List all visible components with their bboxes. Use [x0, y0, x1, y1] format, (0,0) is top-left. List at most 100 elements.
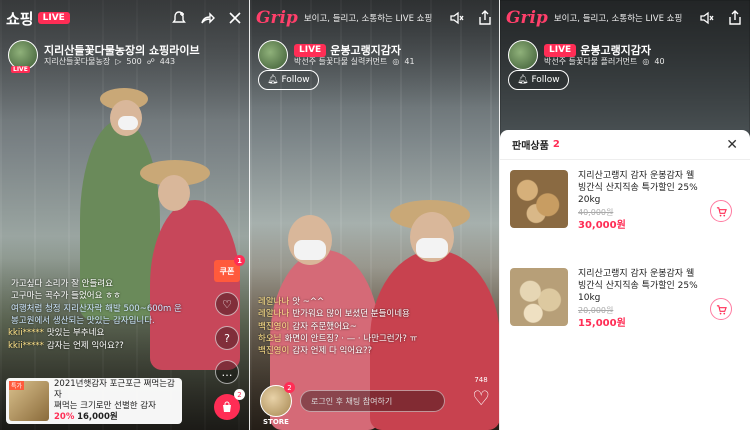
panel-naver-shopping-live: 쇼핑 LIVE LIVE 지리산들꽃다물농장의 쇼핑라이브 지리산들꽃다물농장 …	[0, 0, 250, 430]
heart-icon: ♡	[472, 386, 490, 410]
host-text: LIVE 운봉고랭지감자 박선주 들꽃다물 실력커먼트 ◎ 41	[294, 44, 415, 67]
chat-input[interactable]: 로그인 후 채팅 참여하기	[300, 390, 445, 412]
product-thumbnail: 특가	[9, 381, 49, 421]
store-button[interactable]: 2 STORE	[258, 382, 295, 426]
live-badge: LIVE	[37, 12, 70, 24]
grip-logo: Grip	[506, 8, 548, 28]
panel-grip-product-sheet: Grip 보이고, 들리고, 소통하는 LIVE 쇼핑 LIVE 운봉고랭지감자	[500, 0, 750, 430]
top-actions	[698, 9, 744, 27]
sale-price: 15,000원	[578, 318, 626, 330]
chat-bubble-icon[interactable]: …	[215, 360, 239, 384]
sheet-header: 판매상품 2 ✕	[500, 130, 750, 160]
close-icon[interactable]	[226, 9, 244, 27]
follow-label: Follow	[531, 75, 560, 85]
chat-message: 여행처럼 청정 지리산자락 해발 500~600m 운	[11, 303, 182, 314]
host-meta: 지리산들꽃다물농장 ▷ 500 ☍ 443	[44, 57, 200, 67]
add-to-cart-icon[interactable]	[710, 200, 732, 222]
original-price: 20,000원	[578, 306, 614, 316]
chat-list: 가고싶다 소리가 잘 안들려요 고구마는 곡수가 들었어요 ㅎㅎ 여행처럼 청정…	[8, 278, 204, 352]
avatar-live-badge: LIVE	[11, 66, 30, 73]
chat-message: kkii***** 감자는 언제 익어요??	[8, 340, 124, 351]
product-info: 지리산고랭지 감자 운봉감자 웰빙간식 산지직송 특가할인 25% 20kg 4…	[578, 170, 698, 240]
product-price: 16,000원	[77, 412, 118, 423]
panel-grip-live: Grip 보이고, 들리고, 소통하는 LIVE 쇼핑 LIVE 운봉고랭지감자	[250, 0, 500, 430]
host-avatar[interactable]	[258, 40, 288, 70]
bell-icon: 🔔︎	[267, 75, 279, 85]
product-info: 2021년햇감자 포근포근 쪄먹는감자 쪄먹는 크기로만 선별한 감자 20% …	[54, 379, 179, 423]
product-name-line1: 2021년햇감자 포근포근 쪄먹는감자	[54, 378, 175, 400]
host-name: 지리산들꽃다물농장	[44, 56, 111, 66]
face-mask	[118, 116, 138, 130]
product-list-sheet: 판매상품 2 ✕ 지리산고랭지 감자 운봉감자 웰빙간식 산지직송 특가할인 2…	[500, 130, 750, 430]
face-mask	[294, 240, 326, 260]
viewers-count: 40	[654, 56, 665, 66]
follow-button[interactable]: 🔔︎ Follow	[258, 70, 319, 90]
share-icon[interactable]	[726, 9, 744, 27]
store-thumbnail: 2	[260, 382, 295, 417]
top-bar: Grip 보이고, 들리고, 소통하는 LIVE 쇼핑	[506, 6, 744, 30]
broadcast-title: 운봉고랭지감자	[580, 43, 652, 57]
product-item[interactable]: 지리산고랭지 감자 운봉감자 웰빙간식 산지직송 특가할인 25% 20kg 4…	[500, 160, 750, 240]
product-info: 지리산고랭지 감자 운봉감자 웰빙간식 산지직송 특가할인 25% 10kg 2…	[578, 268, 698, 338]
product-thumbnail	[510, 170, 568, 228]
host-meta: 박선주 들꽃다물 플러거먼트 ◎ 40	[544, 57, 665, 67]
face-mask	[416, 238, 448, 258]
brand-logo: 쇼핑	[6, 9, 34, 28]
panel-divider	[249, 0, 250, 430]
like-button[interactable]: 748 ♡	[472, 376, 490, 410]
product-title: 지리산고랭지 감자 운봉감자 웰빙간식 산지직송 특가할인 25% 20kg	[578, 171, 698, 206]
chat-message: kkii***** 맛있는 부추네요	[8, 328, 105, 339]
chat-message: 레알나나 반가워요 많이 보셨던 분들이네용	[258, 309, 410, 320]
mute-speaker-icon[interactable]	[698, 9, 716, 27]
host-avatar[interactable]: LIVE	[8, 40, 38, 73]
grip-logo: Grip	[256, 8, 298, 28]
viewers-icon: ☍	[146, 56, 155, 66]
product-title: 지리산고랭지 감자 운봉감자 웰빙간식 산지직송 특가할인 25% 10kg	[578, 269, 698, 304]
chat-message: 가고싶다 소리가 잘 안들려요	[11, 279, 113, 289]
store-label: STORE	[263, 418, 289, 426]
sheet-count: 2	[552, 139, 560, 150]
live-badge: LIVE	[544, 43, 577, 57]
help-icon[interactable]: ?	[215, 326, 239, 350]
add-to-cart-icon[interactable]	[710, 298, 732, 320]
product-discount: 20%	[54, 412, 75, 423]
host-subtitle: 박선주 들꽃다물 실력커먼트	[294, 56, 388, 66]
like-count: 748	[474, 376, 488, 384]
product-thumbnail	[510, 268, 568, 326]
shopping-bag-icon[interactable]: 2	[214, 389, 245, 420]
chat-message: 레알나나 앗 ~^^	[258, 297, 325, 307]
chat-input-placeholder: 로그인 후 채팅 참여하기	[311, 396, 393, 406]
product-item[interactable]: 지리산고랭지 감자 운봉감자 웰빙간식 산지직송 특가할인 25% 10kg 2…	[500, 258, 750, 338]
share-icon[interactable]	[476, 9, 494, 27]
viewers-icon: ◎	[642, 56, 650, 66]
bell-icon: 🔔︎	[517, 75, 529, 85]
host-face	[158, 175, 190, 211]
coupon-label: 쿠폰	[219, 266, 235, 276]
host-avatar[interactable]	[508, 40, 538, 70]
host-subtitle: 박선주 들꽃다물 플러거먼트	[544, 56, 638, 66]
host-meta: 박선주 들꽃다물 실력커먼트 ◎ 41	[294, 57, 415, 67]
panel-divider	[499, 0, 500, 430]
add-alert-icon[interactable]	[170, 9, 188, 27]
original-price: 40,000원	[578, 208, 614, 218]
featured-product-card[interactable]: 특가 2021년햇감자 포근포근 쪄먹는감자 쪄먹는 크기로만 선별한 감자 2…	[6, 378, 182, 424]
top-bar: Grip 보이고, 들리고, 소통하는 LIVE 쇼핑	[256, 6, 494, 30]
chat-list: 레알나나 앗 ~^^ 레알나나 반가워요 많이 보셨던 분들이네용 백진영이 감자 주…	[258, 296, 454, 358]
top-bar: 쇼핑 LIVE	[6, 6, 244, 30]
chat-message: 봉고원에서 생산되는 맛있는 감자입니다.	[11, 315, 155, 326]
top-actions	[448, 9, 494, 27]
viewers-count: 41	[404, 56, 415, 66]
mute-speaker-icon[interactable]	[448, 9, 466, 27]
screenshot-collage: 쇼핑 LIVE LIVE 지리산들꽃다물농장의 쇼핑라이브 지리산들꽃다물농장 …	[0, 0, 750, 430]
sheet-title: 판매상품	[512, 141, 549, 152]
title-row: LIVE 운봉고랭지감자	[544, 44, 665, 57]
chat-message: 백진영이 감자 주문했어요~	[258, 321, 357, 332]
close-icon[interactable]: ✕	[726, 137, 738, 153]
coupon-button[interactable]: 쿠폰 1	[214, 255, 245, 282]
share-icon[interactable]	[198, 9, 216, 27]
like-heart-icon[interactable]: ♡	[215, 292, 239, 316]
product-tag: 특가	[9, 381, 25, 390]
coupon-badge: 1	[234, 255, 245, 266]
follow-button[interactable]: 🔔︎ Follow	[508, 70, 569, 90]
chat-message: 하오님 화면이 안트징? · — · 나만그런가? ㅠ	[258, 333, 418, 344]
